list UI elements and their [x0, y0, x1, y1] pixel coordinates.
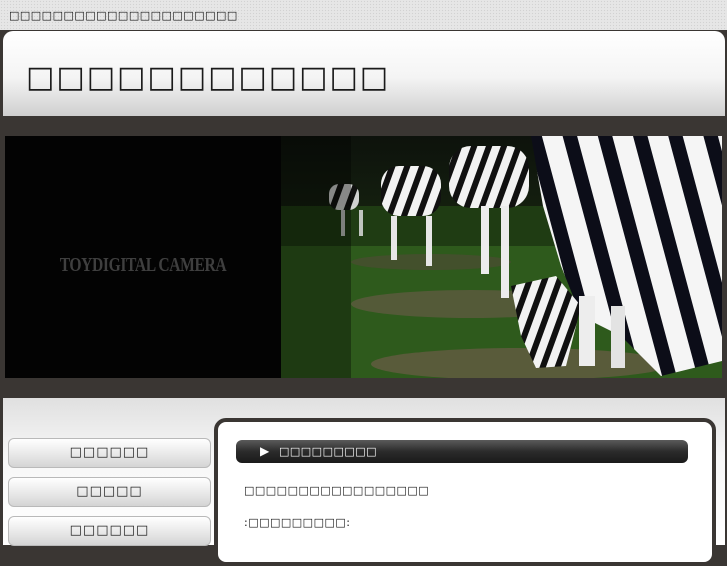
site-tagline: □□□□□□□□□□□□□□□□□□□□□ — [9, 9, 238, 22]
nav-button-1[interactable]: □□□□□□ — [8, 438, 211, 468]
play-arrow-icon: ▶ — [260, 444, 270, 458]
hero-logo-text: TOYDIGITAL CAMERA — [59, 254, 227, 276]
hero-banner: TOYDIGITAL CAMERA — [5, 136, 722, 378]
nav-button-2[interactable]: □□□□□ — [8, 477, 211, 507]
hero-logo-area: TOYDIGITAL CAMERA — [5, 136, 281, 378]
content-text-line: :□□□□□□□□□: — [244, 516, 351, 529]
section-title: □□□□□□□□□ — [279, 445, 378, 458]
nav-button-3[interactable]: □□□□□□ — [8, 516, 211, 546]
hero-photo — [281, 136, 722, 378]
site-title[interactable]: □□□□□□□□□□□□ — [26, 60, 390, 95]
content-text-line: □□□□□□□□□□□□□□□□□ — [244, 484, 430, 497]
